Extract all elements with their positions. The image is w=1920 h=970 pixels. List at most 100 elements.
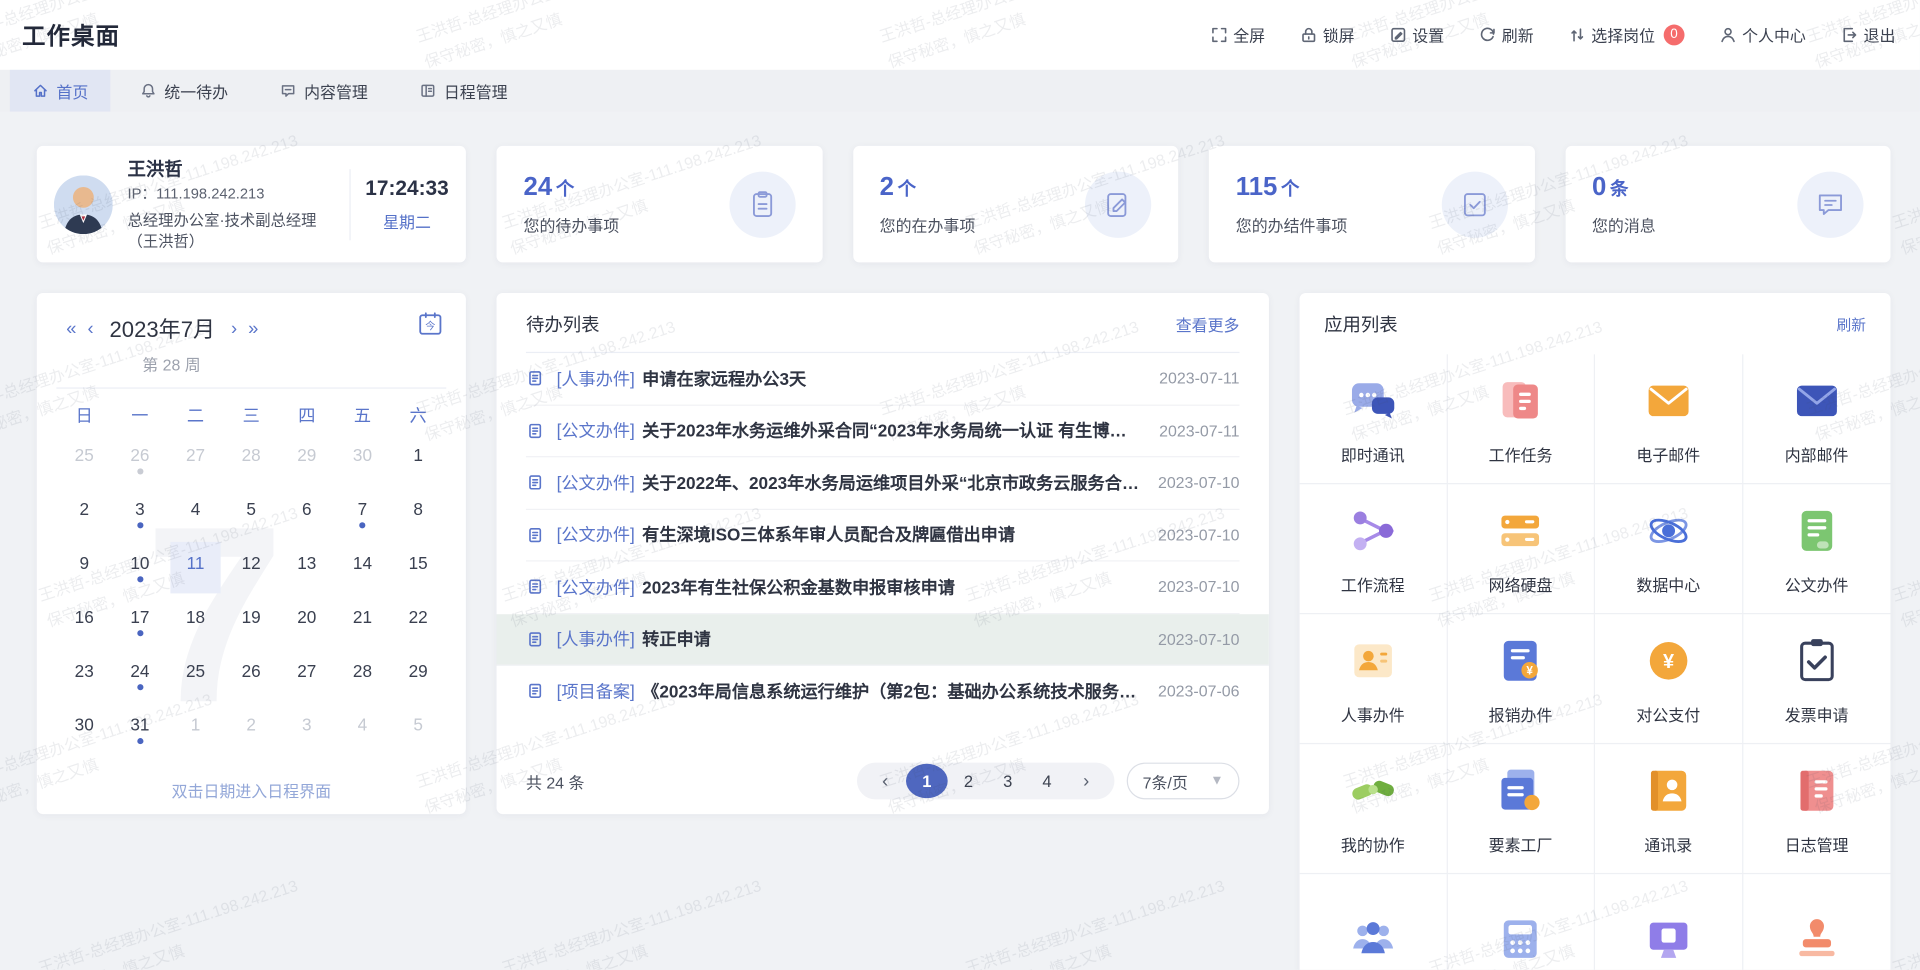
prev-month-button[interactable]: ‹ — [87, 319, 93, 337]
header-menu-item-settings[interactable]: 设置 — [1389, 23, 1444, 46]
today-calendar-icon[interactable]: 今 — [417, 310, 444, 343]
todo-item[interactable]: [公文办件]有生深境ISO三体系年审人员配合及牌匾借出申请2023-07-10 — [526, 509, 1240, 561]
app-发票申请[interactable]: 发票申请 — [1743, 614, 1891, 744]
calendar-day[interactable]: 27 — [170, 434, 221, 485]
header-menu-item-user[interactable]: 个人中心 — [1719, 23, 1806, 46]
app-对公支付[interactable]: ¥对公支付 — [1595, 614, 1743, 744]
app-monitor[interactable] — [1595, 874, 1743, 970]
header-menu-item-switch-post[interactable]: 选择岗位0 — [1568, 23, 1684, 46]
calendar-day[interactable]: 3 — [281, 704, 332, 755]
calendar-day[interactable]: 31 — [114, 704, 165, 755]
calendar-day[interactable]: 9 — [59, 542, 110, 593]
calendar-day[interactable]: 28 — [337, 650, 388, 701]
calendar-day[interactable]: 26 — [114, 434, 165, 485]
app-我的协作[interactable]: 我的协作 — [1300, 744, 1448, 874]
header-menu-item-fullscreen[interactable]: 全屏 — [1210, 23, 1265, 46]
calendar-day[interactable]: 10 — [114, 542, 165, 593]
header-menu-item-logout[interactable]: 退出 — [1840, 23, 1895, 46]
page-button[interactable]: 2 — [950, 766, 987, 795]
todo-item[interactable]: [人事办件]转正申请2023-07-10 — [497, 614, 1269, 666]
header-menu-item-lock[interactable]: 锁屏 — [1299, 23, 1354, 46]
next-month-button[interactable]: › — [231, 319, 237, 337]
day-number: 6 — [302, 499, 312, 519]
tab-统一待办[interactable]: 统一待办 — [118, 70, 250, 112]
tab-首页[interactable]: 首页 — [10, 70, 111, 112]
calendar-day[interactable]: 3 — [114, 488, 165, 539]
page-button[interactable]: 3 — [989, 766, 1026, 795]
page-button-active[interactable]: 1 — [906, 764, 948, 798]
tab-内容管理[interactable]: 内容管理 — [257, 70, 389, 112]
calendar-day[interactable]: 4 — [170, 488, 221, 539]
calendar-day[interactable]: 5 — [393, 704, 444, 755]
app-报销办件[interactable]: ¥报销办件 — [1447, 614, 1595, 744]
app-要素工厂[interactable]: 要素工厂 — [1447, 744, 1595, 874]
app-人事办件[interactable]: 人事办件 — [1300, 614, 1448, 744]
calendar-day[interactable]: 28 — [226, 434, 277, 485]
calendar-day[interactable]: 2 — [226, 704, 277, 755]
calendar-day[interactable]: 25 — [59, 434, 110, 485]
calendar-day[interactable]: 23 — [59, 650, 110, 701]
calendar-day[interactable]: 6 — [281, 488, 332, 539]
calendar-day[interactable]: 1 — [393, 434, 444, 485]
app-calc[interactable] — [1447, 874, 1595, 970]
todo-item[interactable]: [公文办件]2023年有生社保公积金基数申报审核申请2023-07-10 — [526, 562, 1240, 614]
app-stamp[interactable] — [1743, 874, 1891, 970]
app-电子邮件[interactable]: 电子邮件 — [1595, 354, 1743, 484]
calendar-day[interactable]: 1 — [170, 704, 221, 755]
header-menu-item-refresh[interactable]: 刷新 — [1478, 23, 1533, 46]
todo-item[interactable]: [公文办件]关于2023年水务运维外采合同“2023年水务局统一认证 有生博大V… — [526, 405, 1240, 457]
app-公文办件[interactable]: 公文办件 — [1743, 484, 1891, 614]
view-more-link[interactable]: 查看更多 — [1176, 313, 1240, 336]
calendar-day[interactable]: 20 — [281, 596, 332, 647]
calendar-day[interactable]: 29 — [393, 650, 444, 701]
next-year-button[interactable]: » — [248, 319, 258, 337]
calendar-day[interactable]: 8 — [393, 488, 444, 539]
todo-item[interactable]: [人事办件]申请在家远程办公3天2023-07-11 — [526, 353, 1240, 405]
calendar-day-selected[interactable]: 11 — [170, 542, 221, 593]
calendar-day[interactable]: 29 — [281, 434, 332, 485]
stat-card-您的办结件事项[interactable]: 115个您的办结件事项 — [1209, 146, 1535, 262]
calendar-day[interactable]: 12 — [226, 542, 277, 593]
calendar-day[interactable]: 26 — [226, 650, 277, 701]
calendar-day[interactable]: 2 — [59, 488, 110, 539]
calendar-day[interactable]: 7 — [337, 488, 388, 539]
stat-card-您的消息[interactable]: 0条您的消息 — [1565, 146, 1891, 262]
stat-card-您的待办事项[interactable]: 24个您的待办事项 — [497, 146, 823, 262]
calendar-day[interactable]: 27 — [281, 650, 332, 701]
calendar-day[interactable]: 17 — [114, 596, 165, 647]
app-通讯录[interactable]: 通讯录 — [1595, 744, 1743, 874]
next-page-button[interactable]: › — [1068, 766, 1105, 795]
calendar-day[interactable]: 14 — [337, 542, 388, 593]
tab-label: 日程管理 — [444, 79, 508, 102]
app-工作流程[interactable]: 工作流程 — [1300, 484, 1448, 614]
app-team[interactable] — [1300, 874, 1448, 970]
app-网络硬盘[interactable]: 网络硬盘 — [1447, 484, 1595, 614]
prev-year-button[interactable]: « — [66, 319, 76, 337]
stat-card-您的在办事项[interactable]: 2个您的在办事项 — [853, 146, 1179, 262]
todo-item[interactable]: [公文办件]关于2022年、2023年水务局运维项目外采“北京市政务云服务合同（… — [526, 457, 1240, 509]
calendar-day[interactable]: 30 — [337, 434, 388, 485]
calendar-day[interactable]: 24 — [114, 650, 165, 701]
calendar-day[interactable]: 21 — [337, 596, 388, 647]
calendar-day[interactable]: 22 — [393, 596, 444, 647]
calendar-day[interactable]: 19 — [226, 596, 277, 647]
app-工作任务[interactable]: 工作任务 — [1447, 354, 1595, 484]
app-数据中心[interactable]: 数据中心 — [1595, 484, 1743, 614]
calendar-day[interactable]: 16 — [59, 596, 110, 647]
app-即时通讯[interactable]: 即时通讯 — [1300, 354, 1448, 484]
page-button[interactable]: 4 — [1029, 766, 1066, 795]
todo-page-size-select[interactable]: 7条/页 ▼ — [1127, 763, 1240, 800]
calendar-day[interactable]: 13 — [281, 542, 332, 593]
calendar-day[interactable]: 25 — [170, 650, 221, 701]
tab-日程管理[interactable]: 日程管理 — [397, 70, 529, 112]
calendar-day[interactable]: 4 — [337, 704, 388, 755]
app-日志管理[interactable]: 日志管理 — [1743, 744, 1891, 874]
calendar-day[interactable]: 30 — [59, 704, 110, 755]
calendar-day[interactable]: 5 — [226, 488, 277, 539]
app-内部邮件[interactable]: 内部邮件 — [1743, 354, 1891, 484]
calendar-day[interactable]: 18 — [170, 596, 221, 647]
prev-page-button[interactable]: ‹ — [867, 766, 904, 795]
calendar-day[interactable]: 15 — [393, 542, 444, 593]
app-list-refresh-link[interactable]: 刷新 — [1837, 314, 1866, 335]
todo-item[interactable]: [项目备案]《2023年局信息系统运行维护（第2包：基础办公系统技术服务）》20… — [526, 666, 1240, 717]
